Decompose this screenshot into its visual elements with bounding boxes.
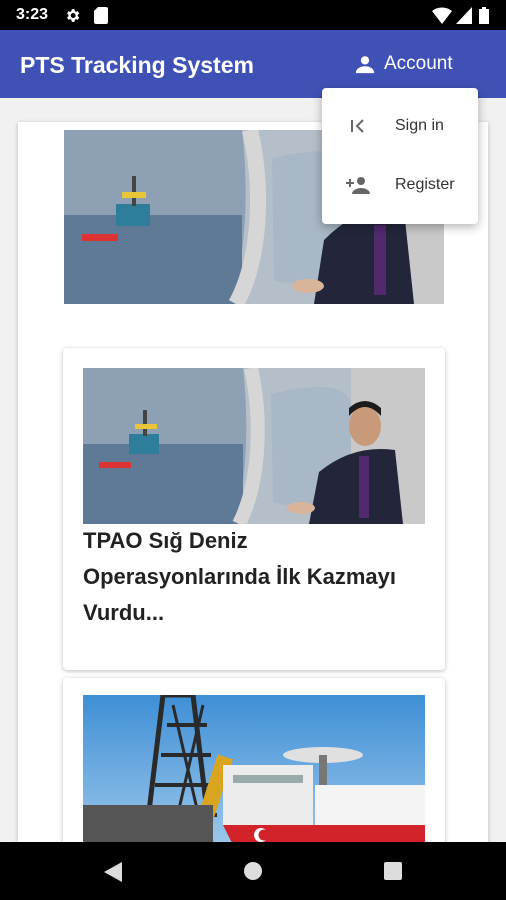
sign-in-label: Sign in bbox=[395, 117, 444, 134]
navigation-bar bbox=[0, 842, 506, 900]
news-image bbox=[83, 695, 425, 844]
home-icon[interactable] bbox=[243, 861, 263, 881]
news-feed[interactable]: TPAO Sığ Deniz Operasyonlarında İlk Kazm… bbox=[18, 122, 488, 844]
person-icon bbox=[355, 56, 375, 74]
battery-icon bbox=[479, 7, 489, 24]
app-title: PTS Tracking System bbox=[20, 52, 254, 78]
register-menu-item[interactable]: Register bbox=[322, 159, 478, 211]
register-label: Register bbox=[395, 176, 455, 193]
news-title[interactable]: TPAO Sığ Deniz Operasyonlarında İlk Kazm… bbox=[83, 523, 403, 631]
wifi-icon bbox=[432, 7, 452, 24]
news-card[interactable] bbox=[63, 678, 445, 844]
signal-icon bbox=[456, 7, 472, 24]
account-button[interactable]: Account bbox=[354, 51, 453, 77]
account-menu: Sign in Register bbox=[322, 88, 478, 224]
person-add-icon bbox=[346, 177, 370, 194]
status-time: 3:23 bbox=[16, 6, 49, 23]
news-card[interactable]: TPAO Sığ Deniz Operasyonlarında İlk Kazm… bbox=[63, 348, 445, 670]
recents-icon[interactable] bbox=[384, 862, 402, 880]
account-label: Account bbox=[384, 53, 453, 74]
first-page-icon bbox=[351, 119, 364, 133]
status-bar: 3:23 bbox=[0, 0, 506, 30]
gear-icon bbox=[67, 9, 80, 22]
back-icon[interactable] bbox=[104, 862, 122, 882]
news-image bbox=[83, 368, 425, 524]
sd-card-icon bbox=[94, 7, 108, 24]
sign-in-menu-item[interactable]: Sign in bbox=[322, 100, 478, 152]
